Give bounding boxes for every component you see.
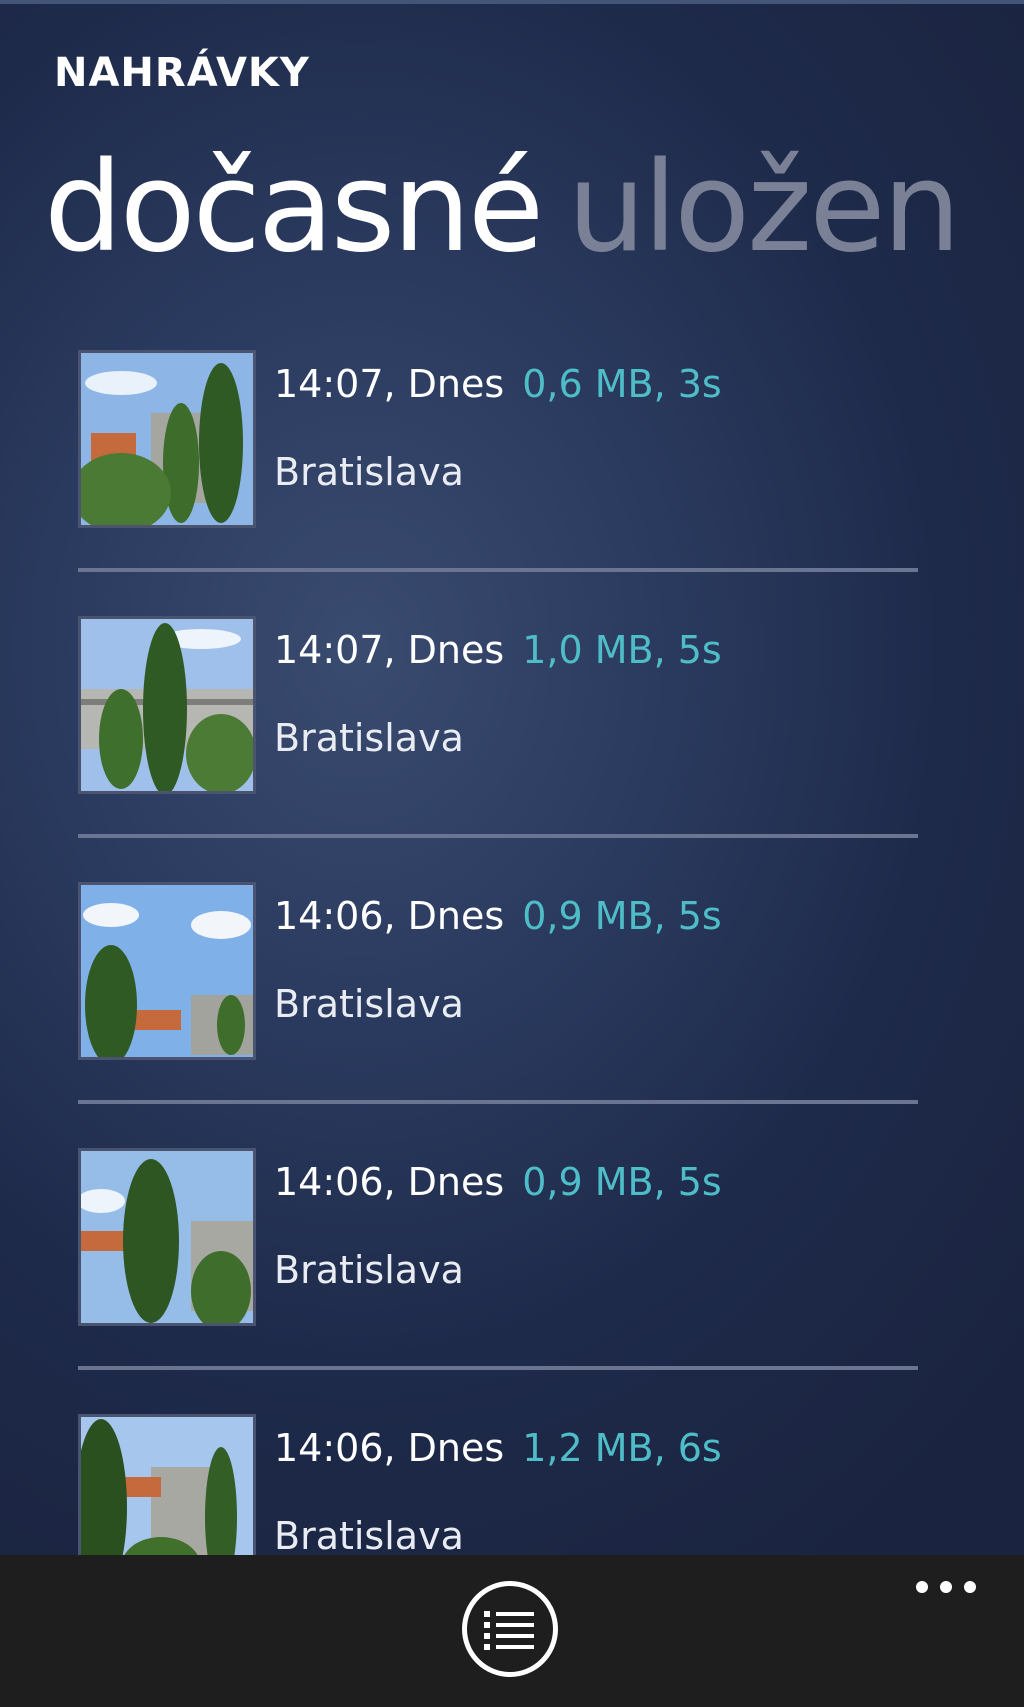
recording-info-line: 14:06, Dnes 0,9 MB, 5s — [274, 1160, 722, 1204]
recording-location: Bratislava — [274, 450, 464, 494]
recording-size-duration: 0,6 MB, 3s — [522, 362, 722, 406]
recording-thumbnail — [78, 350, 256, 528]
recording-time: 14:07, Dnes — [274, 362, 505, 406]
more-dot — [964, 1581, 976, 1593]
recording-info-line: 14:06, Dnes 1,2 MB, 6s — [274, 1426, 722, 1470]
recording-info-line: 14:06, Dnes 0,9 MB, 5s — [274, 894, 722, 938]
list-item[interactable]: 14:07, Dnes 0,6 MB, 3s Bratislava — [78, 350, 918, 572]
list-item[interactable]: 14:07, Dnes 1,0 MB, 5s Bratislava — [78, 616, 918, 838]
more-dot — [940, 1581, 952, 1593]
recording-info-line: 14:07, Dnes 0,6 MB, 3s — [274, 362, 722, 406]
thumbnail-photo — [81, 619, 253, 791]
recording-size-duration: 0,9 MB, 5s — [522, 894, 722, 938]
list-icon — [484, 1611, 534, 1650]
recording-thumbnail — [78, 616, 256, 794]
list-view-button[interactable] — [462, 1581, 558, 1677]
more-dot — [916, 1581, 928, 1593]
recording-time: 14:07, Dnes — [274, 628, 505, 672]
recording-size-duration: 1,2 MB, 6s — [522, 1426, 722, 1470]
recording-location: Bratislava — [274, 1514, 464, 1558]
recording-info-line: 14:07, Dnes 1,0 MB, 5s — [274, 628, 722, 672]
list-item[interactable]: 14:06, Dnes 0,9 MB, 5s Bratislava — [78, 1148, 918, 1370]
recording-time: 14:06, Dnes — [274, 894, 505, 938]
more-icon[interactable] — [916, 1575, 976, 1599]
pivot-tab-ulozene[interactable]: uložen — [567, 136, 961, 280]
app-bar — [0, 1555, 1024, 1707]
recording-location: Bratislava — [274, 1248, 464, 1292]
thumbnail-photo — [81, 353, 253, 525]
pivot-tab-docasne[interactable]: dočasné — [44, 136, 544, 280]
list-item[interactable]: 14:06, Dnes 0,9 MB, 5s Bratislava — [78, 882, 918, 1104]
recording-thumbnail — [78, 1148, 256, 1326]
recording-thumbnail — [78, 882, 256, 1060]
recordings-list: 14:07, Dnes 0,6 MB, 3s Bratislava 14:07, … — [78, 350, 918, 1680]
top-edge — [0, 0, 1024, 4]
recording-size-duration: 1,0 MB, 5s — [522, 628, 722, 672]
thumbnail-photo — [81, 1151, 253, 1323]
recording-time: 14:06, Dnes — [274, 1160, 505, 1204]
thumbnail-photo — [81, 885, 253, 1057]
recording-size-duration: 0,9 MB, 5s — [522, 1160, 722, 1204]
recording-time: 14:06, Dnes — [274, 1426, 505, 1470]
pivot-header: dočasné uložen — [44, 136, 961, 280]
app-title: NAHRÁVKY — [54, 50, 310, 96]
recording-location: Bratislava — [274, 982, 464, 1026]
recording-location: Bratislava — [274, 716, 464, 760]
